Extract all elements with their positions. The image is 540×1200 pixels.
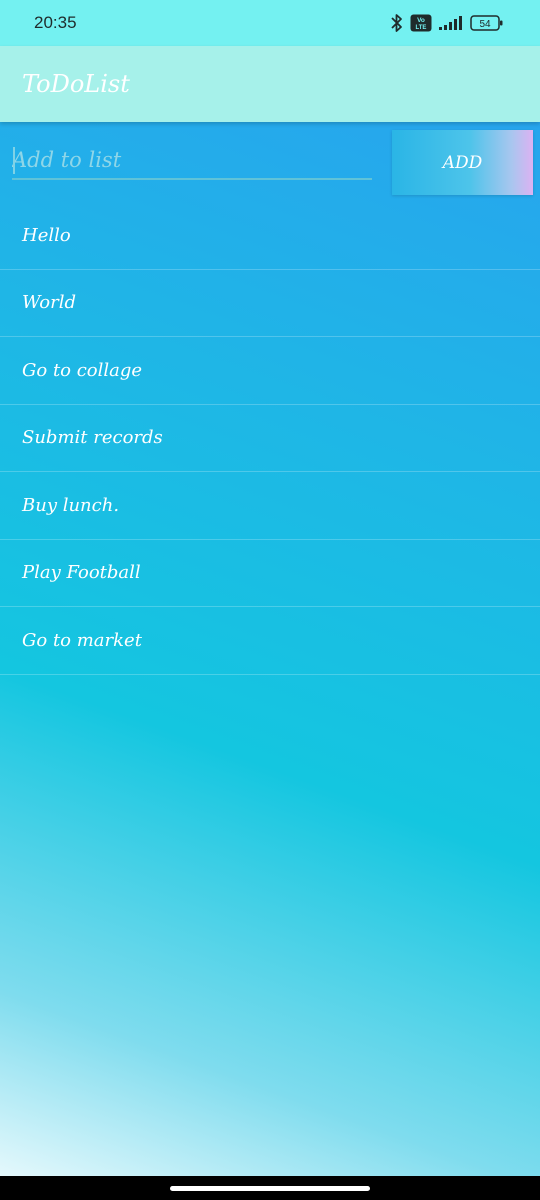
text-cursor [13, 147, 15, 174]
add-button[interactable]: ADD [392, 130, 533, 195]
todo-item[interactable]: Submit records [0, 405, 540, 472]
volte-text-top: Vo [417, 17, 425, 24]
home-indicator[interactable] [170, 1186, 370, 1191]
app-bar: ToDoList [0, 46, 540, 122]
volte-icon: Vo LTE [410, 14, 432, 32]
status-time: 20:35 [34, 13, 77, 32]
battery-icon: 54 [470, 15, 503, 31]
bluetooth-icon [391, 14, 402, 32]
battery-level-text: 54 [479, 19, 491, 30]
todo-item[interactable]: Hello [0, 202, 540, 270]
navigation-bar [0, 1176, 540, 1200]
todo-item[interactable]: Play Football [0, 540, 540, 607]
add-to-list-input[interactable] [12, 142, 372, 180]
volte-text-bottom: LTE [416, 25, 427, 31]
status-icons: Vo LTE 54 [390, 13, 504, 33]
status-bar: 20:35 Vo LTE 54 [0, 0, 540, 46]
todo-item[interactable]: Buy lunch. [0, 472, 540, 540]
add-item-row: ADD [0, 122, 540, 202]
signal-icon [439, 16, 462, 30]
todo-item[interactable]: World [0, 270, 540, 337]
todo-item[interactable]: Go to collage [0, 337, 540, 405]
app-title: ToDoList [22, 70, 130, 98]
todo-item[interactable]: Go to market [0, 607, 540, 675]
todo-list: Hello World Go to collage Submit records… [0, 202, 540, 675]
